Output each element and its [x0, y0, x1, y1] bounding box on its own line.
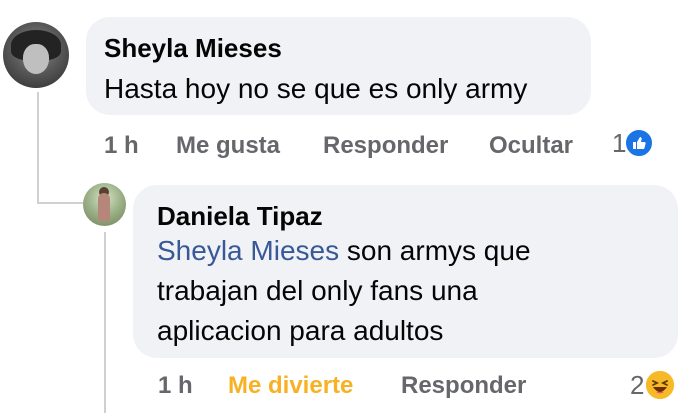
reply-text-line2: trabajan del only fans una: [157, 275, 478, 306]
reply-timestamp[interactable]: 1 h: [158, 372, 193, 400]
reply-thread-line: [104, 232, 106, 413]
reply-author[interactable]: Daniela Tipaz: [157, 201, 323, 232]
comment-author[interactable]: Sheyla Mieses: [104, 33, 282, 64]
reply-button[interactable]: Responder: [323, 132, 448, 160]
avatar[interactable]: [3, 22, 69, 88]
like-icon: [624, 128, 655, 158]
thread-line: [37, 92, 39, 204]
comment-actions: 1 h Me gusta Responder Ocultar: [104, 132, 604, 162]
reply-text-line3: aplicacion para adultos: [157, 315, 444, 346]
comment-text: Hasta hoy no se que es only army: [104, 73, 528, 104]
thread-connector: [37, 202, 83, 204]
reply-avatar[interactable]: [83, 183, 126, 226]
hide-button[interactable]: Ocultar: [489, 132, 573, 160]
like-button[interactable]: Me gusta: [176, 132, 280, 160]
reply-bubble: Daniela Tipaz Sheyla Mieses son armys qu…: [133, 185, 678, 358]
reply-reaction-summary[interactable]: 2: [630, 368, 677, 402]
haha-reaction-button[interactable]: Me divierte: [228, 372, 353, 400]
reaction-count: 2: [630, 369, 645, 400]
comment-bubble: Sheyla Mieses Hasta hoy no se que es onl…: [86, 17, 591, 115]
reply-actions: 1 h Me divierte Responder: [158, 372, 578, 402]
reply-text: Sheyla Mieses son armys que trabajan del…: [157, 231, 657, 351]
comment-timestamp[interactable]: 1 h: [104, 132, 139, 160]
haha-icon: [644, 369, 677, 401]
mention-link[interactable]: Sheyla Mieses: [157, 235, 339, 266]
reaction-summary[interactable]: 1: [612, 127, 655, 159]
reply-button[interactable]: Responder: [401, 372, 526, 400]
reply-text-line1: son armys que: [339, 235, 531, 266]
